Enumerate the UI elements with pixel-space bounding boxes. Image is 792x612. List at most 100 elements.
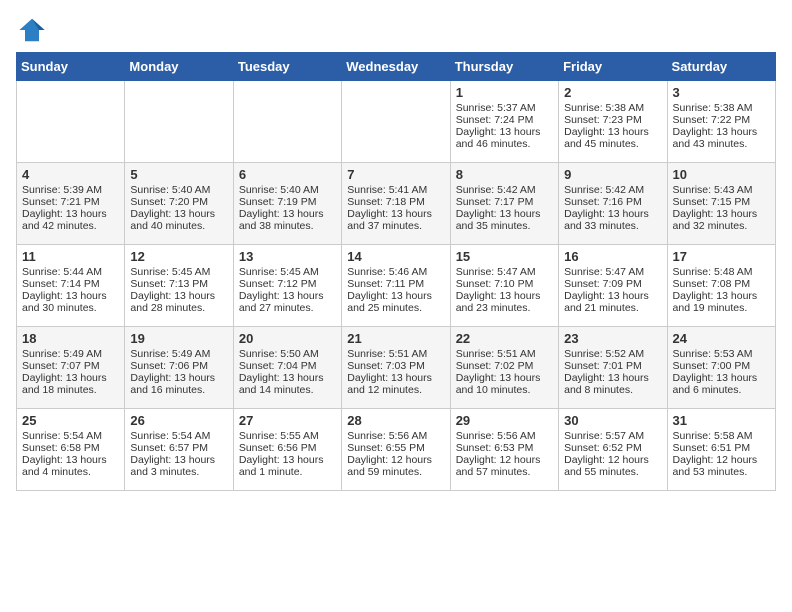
day-cell: 24Sunrise: 5:53 AMSunset: 7:00 PMDayligh… (667, 327, 775, 409)
daylight: Daylight: 13 hours and 25 minutes. (347, 290, 432, 314)
sunrise: Sunrise: 5:55 AM (239, 430, 319, 442)
sunrise: Sunrise: 5:56 AM (456, 430, 536, 442)
day-number: 22 (456, 331, 553, 346)
day-number: 19 (130, 331, 227, 346)
week-row-2: 4Sunrise: 5:39 AMSunset: 7:21 PMDaylight… (17, 163, 776, 245)
day-cell: 27Sunrise: 5:55 AMSunset: 6:56 PMDayligh… (233, 409, 341, 491)
daylight: Daylight: 13 hours and 43 minutes. (673, 126, 758, 150)
daylight: Daylight: 13 hours and 8 minutes. (564, 372, 649, 396)
sunrise: Sunrise: 5:42 AM (456, 184, 536, 196)
sunset: Sunset: 7:14 PM (22, 278, 100, 290)
daylight: Daylight: 13 hours and 12 minutes. (347, 372, 432, 396)
daylight: Daylight: 13 hours and 42 minutes. (22, 208, 107, 232)
day-cell: 11Sunrise: 5:44 AMSunset: 7:14 PMDayligh… (17, 245, 125, 327)
day-number: 9 (564, 167, 661, 182)
day-number: 30 (564, 413, 661, 428)
sunset: Sunset: 7:12 PM (239, 278, 317, 290)
day-cell: 26Sunrise: 5:54 AMSunset: 6:57 PMDayligh… (125, 409, 233, 491)
day-cell: 4Sunrise: 5:39 AMSunset: 7:21 PMDaylight… (17, 163, 125, 245)
week-row-5: 25Sunrise: 5:54 AMSunset: 6:58 PMDayligh… (17, 409, 776, 491)
day-cell (17, 81, 125, 163)
day-cell: 28Sunrise: 5:56 AMSunset: 6:55 PMDayligh… (342, 409, 450, 491)
day-cell (342, 81, 450, 163)
sunrise: Sunrise: 5:43 AM (673, 184, 753, 196)
day-cell: 31Sunrise: 5:58 AMSunset: 6:51 PMDayligh… (667, 409, 775, 491)
week-row-3: 11Sunrise: 5:44 AMSunset: 7:14 PMDayligh… (17, 245, 776, 327)
page-header (16, 16, 776, 44)
sunset: Sunset: 6:51 PM (673, 442, 751, 454)
daylight: Daylight: 13 hours and 30 minutes. (22, 290, 107, 314)
sunrise: Sunrise: 5:45 AM (239, 266, 319, 278)
day-cell: 12Sunrise: 5:45 AMSunset: 7:13 PMDayligh… (125, 245, 233, 327)
day-number: 17 (673, 249, 770, 264)
sunset: Sunset: 7:17 PM (456, 196, 534, 208)
day-cell: 7Sunrise: 5:41 AMSunset: 7:18 PMDaylight… (342, 163, 450, 245)
daylight: Daylight: 13 hours and 6 minutes. (673, 372, 758, 396)
sunset: Sunset: 6:52 PM (564, 442, 642, 454)
sunset: Sunset: 7:23 PM (564, 114, 642, 126)
day-cell: 25Sunrise: 5:54 AMSunset: 6:58 PMDayligh… (17, 409, 125, 491)
day-cell: 30Sunrise: 5:57 AMSunset: 6:52 PMDayligh… (559, 409, 667, 491)
daylight: Daylight: 12 hours and 59 minutes. (347, 454, 432, 478)
day-number: 21 (347, 331, 444, 346)
day-cell: 20Sunrise: 5:50 AMSunset: 7:04 PMDayligh… (233, 327, 341, 409)
day-number: 20 (239, 331, 336, 346)
daylight: Daylight: 13 hours and 21 minutes. (564, 290, 649, 314)
sunset: Sunset: 7:16 PM (564, 196, 642, 208)
daylight: Daylight: 13 hours and 23 minutes. (456, 290, 541, 314)
day-number: 16 (564, 249, 661, 264)
week-row-1: 1Sunrise: 5:37 AMSunset: 7:24 PMDaylight… (17, 81, 776, 163)
sunrise: Sunrise: 5:38 AM (673, 102, 753, 114)
sunrise: Sunrise: 5:49 AM (130, 348, 210, 360)
sunset: Sunset: 6:53 PM (456, 442, 534, 454)
day-cell (233, 81, 341, 163)
header-cell-saturday: Saturday (667, 53, 775, 81)
sunset: Sunset: 7:11 PM (347, 278, 424, 290)
day-number: 27 (239, 413, 336, 428)
sunrise: Sunrise: 5:58 AM (673, 430, 753, 442)
sunset: Sunset: 7:00 PM (673, 360, 751, 372)
daylight: Daylight: 13 hours and 45 minutes. (564, 126, 649, 150)
daylight: Daylight: 13 hours and 16 minutes. (130, 372, 215, 396)
day-cell: 1Sunrise: 5:37 AMSunset: 7:24 PMDaylight… (450, 81, 558, 163)
day-number: 29 (456, 413, 553, 428)
day-cell: 6Sunrise: 5:40 AMSunset: 7:19 PMDaylight… (233, 163, 341, 245)
header-cell-sunday: Sunday (17, 53, 125, 81)
calendar-body: 1Sunrise: 5:37 AMSunset: 7:24 PMDaylight… (17, 81, 776, 491)
day-number: 2 (564, 85, 661, 100)
day-cell: 13Sunrise: 5:45 AMSunset: 7:12 PMDayligh… (233, 245, 341, 327)
day-number: 12 (130, 249, 227, 264)
sunset: Sunset: 7:04 PM (239, 360, 317, 372)
header-cell-monday: Monday (125, 53, 233, 81)
daylight: Daylight: 13 hours and 3 minutes. (130, 454, 215, 478)
day-number: 11 (22, 249, 119, 264)
sunrise: Sunrise: 5:38 AM (564, 102, 644, 114)
header-cell-friday: Friday (559, 53, 667, 81)
day-cell: 18Sunrise: 5:49 AMSunset: 7:07 PMDayligh… (17, 327, 125, 409)
daylight: Daylight: 13 hours and 4 minutes. (22, 454, 107, 478)
day-cell (125, 81, 233, 163)
day-cell: 23Sunrise: 5:52 AMSunset: 7:01 PMDayligh… (559, 327, 667, 409)
day-cell: 9Sunrise: 5:42 AMSunset: 7:16 PMDaylight… (559, 163, 667, 245)
logo (16, 16, 46, 44)
day-number: 15 (456, 249, 553, 264)
day-cell: 2 Sunrise: 5:38 AMSunset: 7:23 PMDaylight… (559, 81, 667, 163)
daylight: Daylight: 13 hours and 46 minutes. (456, 126, 541, 150)
day-number: 25 (22, 413, 119, 428)
sunset: Sunset: 7:20 PM (130, 196, 208, 208)
day-number: 13 (239, 249, 336, 264)
sunrise: Sunrise: 5:41 AM (347, 184, 427, 196)
daylight: Daylight: 13 hours and 35 minutes. (456, 208, 541, 232)
day-number: 1 (456, 85, 553, 100)
sunrise: Sunrise: 5:51 AM (347, 348, 427, 360)
sunrise: Sunrise: 5:57 AM (564, 430, 644, 442)
day-cell: 21Sunrise: 5:51 AMSunset: 7:03 PMDayligh… (342, 327, 450, 409)
sunset: Sunset: 7:02 PM (456, 360, 534, 372)
sunset: Sunset: 7:08 PM (673, 278, 751, 290)
sunrise: Sunrise: 5:39 AM (22, 184, 102, 196)
sunset: Sunset: 7:21 PM (22, 196, 100, 208)
sunrise: Sunrise: 5:54 AM (22, 430, 102, 442)
daylight: Daylight: 12 hours and 53 minutes. (673, 454, 758, 478)
day-cell: 29Sunrise: 5:56 AMSunset: 6:53 PMDayligh… (450, 409, 558, 491)
day-number: 14 (347, 249, 444, 264)
